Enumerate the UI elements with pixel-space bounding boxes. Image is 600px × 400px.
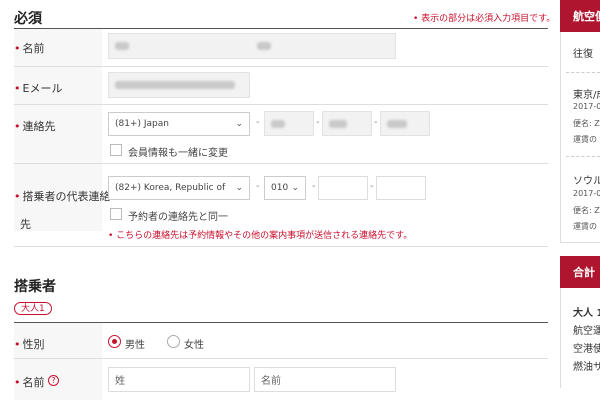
female-radio[interactable] [167, 335, 180, 348]
name-field[interactable] [108, 33, 396, 59]
member-update-checkbox[interactable] [110, 144, 122, 156]
fare-line-2: 空港使 [573, 344, 600, 355]
rep-phone-2[interactable] [318, 176, 368, 200]
passenger-count: 大人 1 [573, 308, 600, 319]
contact-phone-3[interactable] [380, 111, 430, 136]
row-divider [14, 104, 548, 105]
required-note: • 表示の部分は必須入力項目です。 [413, 14, 556, 24]
row-divider [14, 358, 548, 359]
member-update-label: 会員情報も一緒に変更 [128, 148, 228, 159]
same-as-booker-checkbox[interactable] [110, 208, 122, 220]
segment-2-flight: 便名: Z [573, 206, 600, 215]
contact-phone-2[interactable] [322, 111, 372, 136]
surname-input[interactable]: 姓 [108, 367, 250, 392]
adult-badge: 大人1 [14, 302, 52, 315]
required-section-title: 必須 [14, 11, 42, 27]
segment-1-route: 東京/成 [573, 90, 600, 101]
row-divider [14, 246, 548, 247]
separator: - [312, 181, 316, 192]
segment-2-fare-rule[interactable]: 運賃の [573, 221, 600, 232]
name-label: • 名前 [14, 42, 45, 55]
panel-divider [566, 72, 600, 73]
male-radio[interactable] [108, 335, 121, 348]
same-as-booker-label: 予約者の連絡先と同一 [128, 212, 228, 223]
separator: - [316, 117, 320, 128]
male-label: 男性 [125, 340, 145, 351]
chevron-down-icon: ⌄ [235, 183, 243, 193]
rep-prefix-select[interactable]: 010 ⌄ [264, 176, 306, 200]
given-name-input[interactable]: 名前 [254, 367, 396, 392]
panel-border [560, 288, 561, 388]
rep-contact-notice: • こちらの連絡先は予約情報やその他の案内事項が送信される連絡先です。 [108, 231, 413, 241]
panel-divider [566, 156, 600, 157]
separator: - [370, 181, 374, 192]
flight-panel-header: 航空便 [560, 0, 600, 32]
segment-1-fare-rule[interactable]: 運賃の [573, 134, 600, 145]
gender-label: • 性別 [14, 338, 45, 351]
email-label: • Eメール [14, 82, 63, 95]
rep-phone-3[interactable] [376, 176, 426, 200]
row-divider [14, 66, 548, 67]
passenger-section-title: 搭乗者 [14, 279, 56, 295]
chevron-down-icon: ⌄ [291, 183, 299, 193]
female-label: 女性 [184, 340, 204, 351]
segment-2-date: 2017-0 [573, 189, 600, 198]
contact-country-select[interactable]: (81+) Japan ⌄ [108, 112, 250, 136]
segment-1-date: 2017-0 [573, 102, 600, 111]
separator: - [374, 117, 378, 128]
passenger-name-label: • 名前 [14, 376, 45, 389]
trip-type: 往復 [573, 49, 593, 60]
fare-line-3: 燃油サ [573, 362, 600, 373]
panel-bottom [560, 242, 600, 243]
segment-2-route: ソウル [573, 176, 600, 187]
fare-line-1: 航空運 [573, 326, 600, 337]
segment-1-flight: 便名: Z [573, 119, 600, 128]
chevron-down-icon: ⌄ [235, 119, 243, 129]
contact-phone-1[interactable] [264, 111, 314, 136]
separator: - [256, 117, 260, 128]
help-icon[interactable]: ? [48, 375, 59, 386]
email-field[interactable] [108, 72, 250, 98]
row-divider [14, 163, 548, 164]
separator: - [256, 181, 260, 192]
rep-country-select[interactable]: (82+) Korea, Republic of ⌄ [108, 176, 250, 200]
total-panel-header: 合計 [560, 256, 600, 288]
rep-contact-label: • 搭乗者の代表連絡 先 [14, 190, 111, 231]
contact-label: • 連絡先 [14, 120, 56, 133]
panel-border [560, 32, 561, 242]
